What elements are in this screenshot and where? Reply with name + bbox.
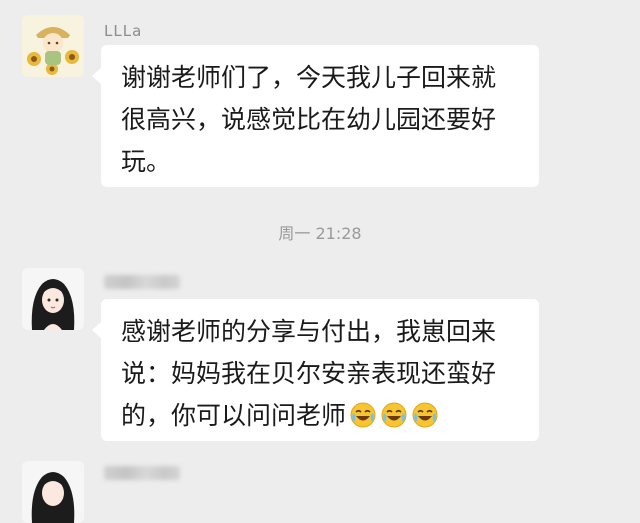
anime-girl-avatar-icon [22,461,84,523]
sender-name-blurred [104,275,180,289]
message-text-line: 很高兴，说感觉比在幼儿园还要好 [121,105,497,134]
sunflower-avatar-icon [22,15,84,77]
laughing-crying-emoji-icon [380,401,408,429]
message-text-line: 感谢老师的分享与付出，我崽回来 [121,317,497,346]
avatar-girl[interactable] [22,268,84,330]
avatar-sunflower[interactable] [22,15,84,77]
laughing-crying-emoji-icon [349,401,377,429]
message-text-line: 谢谢老师们了，今天我儿子回来就 [121,63,497,92]
message-bubble[interactable]: 谢谢老师们了，今天我儿子回来就 很高兴，说感觉比在幼儿园还要好 玩。 [92,45,539,187]
message-text-line: 说：妈妈我在贝尔安亲表现还蛮好 [121,359,497,388]
avatar-girl[interactable] [22,461,84,523]
message-bubble[interactable]: 感谢老师的分享与付出，我崽回来 说：妈妈我在贝尔安亲表现还蛮好 的，你可以问问老… [92,299,539,441]
message-text-line: 玩。 [121,147,172,176]
laughing-crying-emoji-icon [411,401,439,429]
message-text-line: 的，你可以问问老师 [121,395,521,437]
message-text: 的，你可以问问老师 [121,401,347,430]
sender-name: LLLa [104,22,143,40]
time-divider: 周一 21:28 [278,224,362,243]
anime-girl-avatar-icon [22,268,84,330]
sender-name-blurred [104,466,180,480]
